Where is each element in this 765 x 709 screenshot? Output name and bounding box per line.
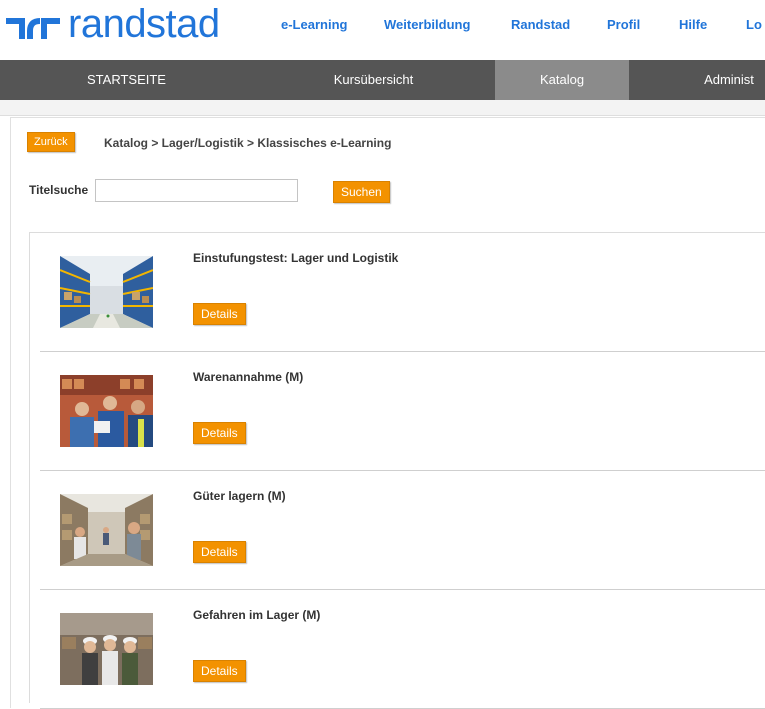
- course-title[interactable]: Einstufungstest: Lager und Logistik: [193, 251, 398, 265]
- randstad-logo[interactable]: randstad: [4, 4, 220, 50]
- course-title[interactable]: Gefahren im Lager (M): [193, 608, 320, 622]
- course-title[interactable]: Güter lagern (M): [193, 489, 286, 503]
- header: randstad e-Learning Weiterbildung Randst…: [0, 0, 765, 60]
- list-item: Güter lagern (M) Details: [40, 471, 765, 590]
- search-label: Titelsuche: [29, 183, 89, 197]
- details-button[interactable]: Details: [193, 541, 246, 563]
- list-item: Gefahren im Lager (M) Details: [40, 590, 765, 709]
- nav-link-elearning[interactable]: e-Learning: [281, 17, 347, 32]
- details-button[interactable]: Details: [193, 422, 246, 444]
- list-item: Einstufungstest: Lager und Logistik Deta…: [40, 233, 765, 352]
- search-input[interactable]: [95, 179, 298, 202]
- tab-kursuebersicht[interactable]: Kursübersicht: [253, 60, 494, 100]
- nav-link-randstad[interactable]: Randstad: [511, 17, 570, 32]
- tab-administration[interactable]: Administ: [629, 60, 765, 100]
- tab-startseite[interactable]: STARTSEITE: [0, 60, 253, 100]
- breadcrumb: Katalog > Lager/Logistik > Klassisches e…: [104, 136, 392, 150]
- nav-link-weiterbildung[interactable]: Weiterbildung: [384, 17, 470, 32]
- nav-link-logout[interactable]: Lo: [746, 17, 762, 32]
- warehouse-storage-workers-image: [60, 494, 153, 566]
- back-button[interactable]: Zurück: [27, 132, 75, 152]
- search-button[interactable]: Suchen: [333, 181, 390, 203]
- tab-katalog[interactable]: Katalog: [495, 60, 629, 100]
- nav-link-profil[interactable]: Profil: [607, 17, 640, 32]
- workers-with-helmets-image: [60, 613, 153, 685]
- nav-shadow-band: [0, 100, 765, 116]
- course-list: Einstufungstest: Lager und Logistik Deta…: [29, 232, 765, 709]
- details-button[interactable]: Details: [193, 303, 246, 325]
- workers-receiving-goods-image: [60, 375, 153, 447]
- randstad-logo-icon: [6, 18, 60, 39]
- nav-link-hilfe[interactable]: Hilfe: [679, 17, 707, 32]
- list-item: Warenannahme (M) Details: [40, 352, 765, 471]
- course-title[interactable]: Warenannahme (M): [193, 370, 303, 384]
- warehouse-aisle-image: [60, 256, 153, 328]
- main-nav: STARTSEITE Kursübersicht Katalog Adminis…: [0, 60, 765, 100]
- details-button[interactable]: Details: [193, 660, 246, 682]
- logo-text: randstad: [68, 2, 220, 46]
